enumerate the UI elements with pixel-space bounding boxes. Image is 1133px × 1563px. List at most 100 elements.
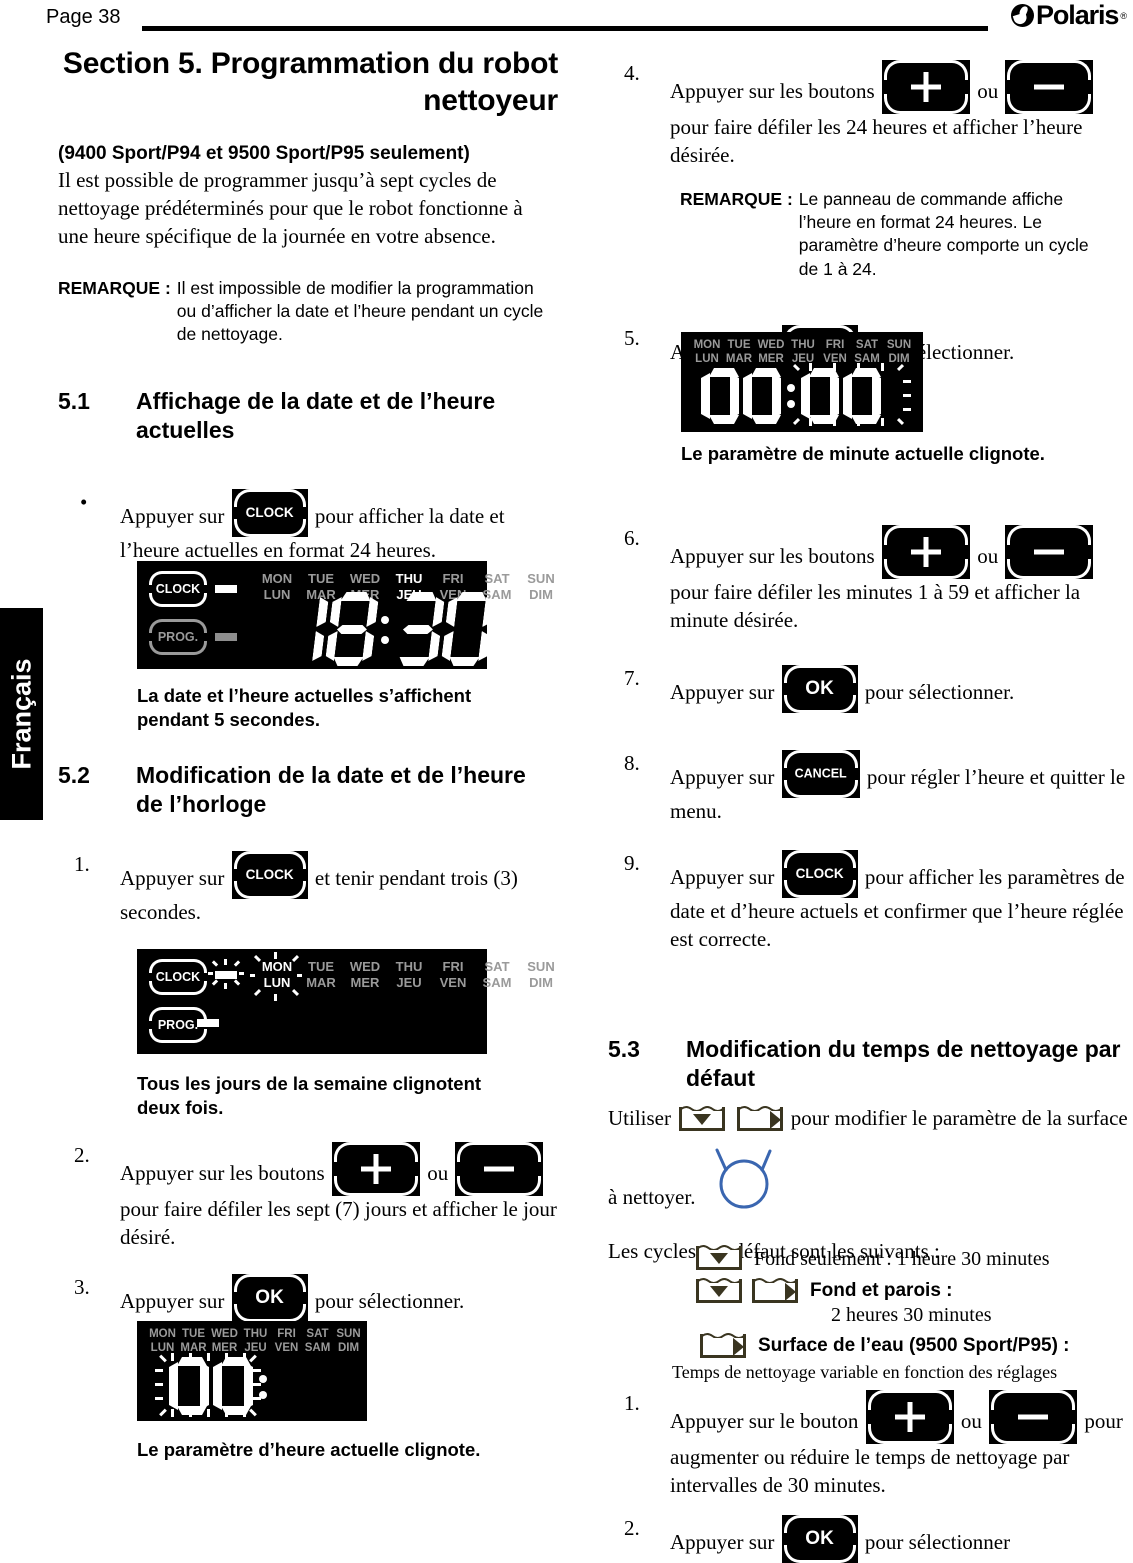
step-7-b: pour sélectionner. [864, 680, 1015, 704]
pool-wall-icon[interactable] [736, 1106, 783, 1131]
step-8-text: Appuyer sur CANCEL pour régler l’heure e… [670, 750, 1128, 826]
step-5-3-1: 1. Appuyer sur le bouton ou pour augment… [608, 1390, 1128, 1500]
step-5-3-2-b: pour sélectionner [864, 1530, 1011, 1554]
lcd-mode-indicators: CLOCK PROG. [149, 571, 207, 667]
cancel-button-icon[interactable]: CANCEL [781, 750, 860, 798]
step-5-2-2-number: 2. [74, 1143, 90, 1167]
lcd-day-mon: MON LUN [261, 959, 293, 991]
step-9-number: 9. [624, 851, 640, 875]
surface-setting-paragraph: Utiliser pour modifier le paramètre de l… [608, 1105, 1133, 1265]
polaris-wordmark: Polaris [1036, 0, 1119, 30]
lcd-colon [256, 1357, 270, 1415]
step-5-3-2-text: Appuyer sur OK pour sélectionner [670, 1515, 1128, 1563]
lcd-display-current-time: CLOCK PROG. MONLUN TUEMAR WEDMER THUJEU [137, 561, 555, 669]
plus-button-icon[interactable] [881, 60, 970, 114]
step-5-3-2: 2. Appuyer sur OK pour sélectionner [608, 1515, 1128, 1563]
lcd-day-row: MONLUN TUEMAR WEDMER THUJEU FRIVEN SATSA… [255, 959, 563, 992]
pool-floor-icon[interactable] [679, 1106, 726, 1131]
step-5-3-2-a: Appuyer sur [670, 1530, 775, 1554]
document-page: Page 38 Polaris ® Français Section 5. Pr… [0, 0, 1133, 1563]
pool-floor-and-wall-icons [696, 1278, 802, 1303]
lcd-display-hour-blink: MON LUN TUE MAR WED MER THU JEU FRI VEN SAT SA… [137, 1321, 367, 1421]
lcd-clock-indicator: CLOCK [149, 959, 207, 995]
step-9: 9. Appuyer sur CLOCK pour afficher les p… [608, 850, 1128, 954]
digit-1 [274, 592, 329, 666]
lcd-day-wed: WEDMER [757, 339, 785, 366]
lcd-day-tue: TUE MAR [725, 339, 753, 366]
step-5-2-2-a: Appuyer sur les boutons [120, 1161, 325, 1185]
pool-wall-icon [700, 1332, 750, 1358]
clock-button-icon[interactable]: CLOCK [231, 488, 308, 537]
language-tab-label: Français [6, 658, 36, 770]
step-8-number: 8. [624, 751, 640, 775]
step-8-a: Appuyer sur [670, 765, 775, 789]
digit-0 [743, 368, 781, 424]
lcd-day-wed: WEDMER [211, 1328, 238, 1355]
plus-button-icon[interactable] [881, 525, 970, 579]
step-5-2-1-number: 1. [74, 852, 90, 876]
step-6-or: ou [977, 544, 999, 568]
heading-5-2: 5.2 Modification de la date et de l’heur… [58, 761, 558, 819]
digit-0 [213, 1357, 253, 1415]
page-title: Section 5. Programmation du robot nettoy… [62, 47, 558, 117]
digit-0 [440, 592, 495, 666]
step-9-a: Appuyer sur [670, 865, 775, 889]
digit-0 [169, 1357, 209, 1415]
lcd-colon [378, 592, 392, 666]
header-rule [142, 26, 988, 31]
lcd-time-value-1830 [277, 592, 493, 666]
minus-button-icon[interactable] [989, 1390, 1078, 1444]
step-8: 8. Appuyer sur CANCEL pour régler l’heur… [608, 750, 1128, 826]
step-5-3-1-text: Appuyer sur le bouton ou pour augmenter … [670, 1390, 1128, 1500]
page-number: Page 38 [46, 6, 121, 28]
cycle-item-waterline-title: Surface de l’eau (9500 Sport/P95) : [758, 1334, 1070, 1356]
step-5-3-2-number: 2. [624, 1516, 640, 1540]
default-cycles-list: Fond seulement : 1 heure 30 minutes Fond… [672, 1245, 1133, 1383]
step-5-1-text-a: Appuyer sur [120, 503, 225, 528]
lcd-day-thu: THU JEU [791, 339, 815, 366]
step-7-text: Appuyer sur OK pour sélectionner. [670, 665, 1128, 713]
step-6-a: Appuyer sur les boutons [670, 544, 875, 568]
minus-button-icon[interactable] [455, 1142, 544, 1196]
step-5-2-1-a: Appuyer sur [120, 866, 225, 890]
lcd-day-sat: SAT SAM [854, 339, 880, 366]
heading-5-1-number: 5.1 [58, 387, 90, 414]
lcd-day-sat: SAT SAM [304, 1328, 331, 1355]
lcd-clock-dash-blinking [215, 971, 237, 979]
step-7: 7. Appuyer sur OK pour sélectionner. [608, 665, 1128, 713]
step-5-2-3-a: Appuyer sur [120, 1289, 225, 1313]
step-9-text: Appuyer sur CLOCK pour afficher les para… [670, 850, 1128, 954]
minus-button-icon[interactable] [1005, 525, 1094, 579]
lcd-day-wed: WEDMER [349, 959, 381, 991]
plus-button-icon[interactable] [865, 1390, 954, 1444]
minus-button-icon[interactable] [1005, 60, 1094, 114]
lcd-display-minute-blink: MON LUN TUE MAR WED MER THU JEU FRI VEN SAT SA… [681, 332, 923, 432]
step-5-number: 5. [624, 325, 640, 350]
lcd-clock-dash [215, 585, 237, 593]
lcd-day-row: MONLUN TUEMAR WEDMER THUJEU FRIVEN SATSA… [147, 1327, 364, 1356]
clock-button-icon[interactable]: CLOCK [781, 850, 858, 898]
step-5-1-bullet: • Appuyer sur CLOCK pour afficher la dat… [58, 488, 558, 565]
heading-5-3-title: Modification du temps de nettoyage par d… [686, 1036, 1121, 1091]
plus-button-icon[interactable] [331, 1142, 420, 1196]
models-note: (9400 Sport/P94 et 9500 Sport/P95 seulem… [58, 143, 470, 165]
remark-block-1: REMARQUE : Il est impossible de modifier… [58, 277, 558, 347]
surface-use-a: Utiliser [608, 1106, 671, 1130]
step-5-2-3-number: 3. [74, 1275, 90, 1299]
caption-step-5: Le paramètre de minute actuelle clignote… [681, 443, 1045, 464]
ok-button-icon[interactable]: OK [781, 665, 858, 713]
clock-button-icon[interactable]: CLOCK [231, 851, 308, 899]
ok-button-icon[interactable]: OK [231, 1274, 308, 1322]
step-7-number: 7. [624, 666, 640, 690]
caption-5-2-1: Tous les jours de la semaine clignotent … [137, 1073, 482, 1119]
surface-use-c: à nettoyer. [608, 1185, 696, 1210]
step-5-2-2: 2. Appuyer sur les boutons ou pour faire… [58, 1142, 558, 1252]
lcd-mode-indicators: CLOCK PROG. [149, 959, 207, 1055]
lcd-prog-dash [197, 1019, 219, 1027]
heading-5-2-number: 5.2 [58, 762, 90, 788]
step-5-3-1-or: ou [960, 1409, 982, 1433]
cycle-item-floor: Fond seulement : 1 heure 30 minutes [696, 1245, 1133, 1272]
step-5-3-1-number: 1. [624, 1391, 640, 1415]
ok-button-icon[interactable]: OK [781, 1515, 858, 1563]
intro-paragraph: Il est possible de programmer jusqu’à se… [58, 168, 523, 249]
